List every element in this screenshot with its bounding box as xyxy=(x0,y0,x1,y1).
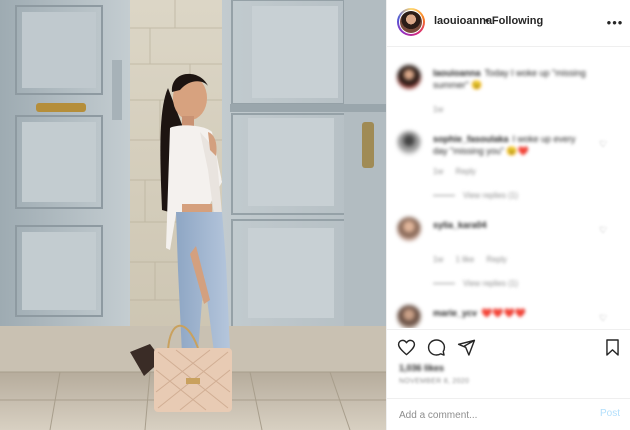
author-avatar[interactable] xyxy=(397,8,425,36)
comment-like-icon[interactable]: ♡ xyxy=(599,313,609,323)
heart-icon[interactable] xyxy=(395,336,417,358)
add-comment-section: Post xyxy=(387,398,630,430)
comment-text: laouioanna Today I woke up "missing summe… xyxy=(433,67,593,91)
comment-text: sylia_kara04 xyxy=(433,219,583,231)
comment-like-icon[interactable]: ♡ xyxy=(599,225,609,235)
comment-time: 1w xyxy=(433,255,444,264)
following-status[interactable]: • Following xyxy=(485,15,543,27)
comment-text: sophie_fasoulaka I woke up every day "mis… xyxy=(433,133,583,157)
comment-reply-link[interactable]: Reply xyxy=(486,255,506,264)
view-replies[interactable]: View replies (1) xyxy=(433,279,518,288)
comment-time: 1w xyxy=(433,105,444,114)
comment-time: 1w xyxy=(433,167,444,176)
comment-meta: 1w 1 like Reply xyxy=(433,255,517,264)
comments-list: laouioanna Today I woke up "missing summe… xyxy=(387,47,630,328)
author-username[interactable]: laouioanna xyxy=(434,15,492,27)
heart-icon-glyph xyxy=(397,339,415,355)
commenter-avatar[interactable] xyxy=(397,217,421,241)
view-replies[interactable]: View replies (1) xyxy=(433,191,518,200)
comment-icon-glyph xyxy=(427,338,445,356)
commenter-username[interactable]: sophie_fasoulaka xyxy=(433,134,509,144)
paper-plane-icon[interactable] xyxy=(455,336,477,358)
comment-input[interactable] xyxy=(399,407,579,423)
post-sidebar: laouioanna • Following ••• laouioanna Tod… xyxy=(386,0,630,430)
replies-line xyxy=(433,195,455,196)
view-replies-label[interactable]: View replies (1) xyxy=(463,191,518,200)
comment-text: marie_ycv ❤️❤️❤️❤️ xyxy=(433,307,583,319)
commenter-username[interactable]: laouioanna xyxy=(433,68,481,78)
commenter-avatar[interactable] xyxy=(397,65,421,89)
post-actions: 1,036 likes NOVEMBER 8, 2020 Post xyxy=(387,329,630,430)
likes-count[interactable]: 1,036 likes xyxy=(399,363,444,373)
view-replies-label[interactable]: View replies (1) xyxy=(463,279,518,288)
bookmark-icon-glyph xyxy=(605,338,619,356)
comment-reply-link[interactable]: Reply xyxy=(455,167,475,176)
commenter-username[interactable]: marie_ycv xyxy=(433,308,477,318)
replies-line xyxy=(433,283,455,284)
photo-illustration xyxy=(0,0,386,430)
avatar-image xyxy=(400,11,422,33)
paper-plane-icon-glyph xyxy=(457,339,475,356)
comment-likes[interactable]: 1 like xyxy=(455,255,474,264)
more-horizontal-icon[interactable]: ••• xyxy=(607,14,623,30)
comment-body: ❤️❤️❤️❤️ xyxy=(481,308,526,318)
post-comment-button[interactable]: Post xyxy=(600,408,620,419)
avatar-border xyxy=(399,10,423,34)
bookmark-icon[interactable] xyxy=(601,336,623,358)
comment-like-icon[interactable]: ♡ xyxy=(599,139,609,149)
instagram-post: laouioanna • Following ••• laouioanna Tod… xyxy=(0,0,630,430)
post-photo[interactable] xyxy=(0,0,386,430)
commenter-avatar[interactable] xyxy=(397,305,421,328)
post-header: laouioanna • Following ••• xyxy=(387,0,630,47)
post-date: NOVEMBER 8, 2020 xyxy=(399,378,470,385)
commenter-username[interactable]: sylia_kara04 xyxy=(433,220,487,230)
comment-meta: 1w Reply xyxy=(433,167,486,176)
commenter-avatar[interactable] xyxy=(397,131,421,155)
comment-icon[interactable] xyxy=(425,336,447,358)
comment-meta: 1w xyxy=(433,105,453,114)
